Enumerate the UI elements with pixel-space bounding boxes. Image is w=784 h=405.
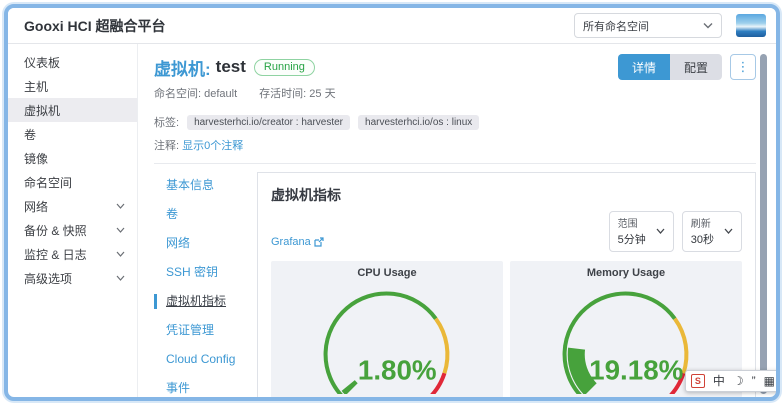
- namespace-filter-value: 所有命名空间: [583, 18, 703, 34]
- app-header: Gooxi HCI 超融合平台 所有命名空间: [8, 8, 776, 44]
- kebab-menu-icon: ⋮: [737, 59, 750, 75]
- ime-punctuation-icon[interactable]: ”: [752, 374, 756, 388]
- chevron-down-icon: [116, 227, 125, 233]
- sidebar-item[interactable]: 网络: [8, 194, 137, 218]
- sidebar-item-label: 卷: [24, 126, 125, 143]
- divider: [154, 163, 756, 164]
- refresh-value: 30秒: [691, 231, 714, 247]
- app-title: Gooxi HCI 超融合平台: [24, 16, 574, 36]
- label-pill: harvesterhci.io/creator : harvester: [187, 115, 350, 130]
- range-value: 5分钟: [618, 231, 646, 247]
- sidebar-item-label: 高级选项: [24, 270, 116, 287]
- sidebar-item[interactable]: 虚拟机: [8, 98, 137, 122]
- age-value: 25 天: [309, 88, 335, 100]
- refresh-label: 刷新: [691, 215, 714, 230]
- tab-SSH 密钥[interactable]: SSH 密钥: [154, 265, 247, 280]
- app-window: Gooxi HCI 超融合平台 所有命名空间 仪表板主机虚拟机卷镜像命名空间网络…: [4, 4, 780, 401]
- status-badge: Running: [254, 59, 315, 76]
- metrics-controls: Grafana 范围 5分钟: [271, 211, 742, 252]
- sidebar-item-label: 主机: [24, 78, 125, 95]
- annotations-link[interactable]: 显示0个注释: [182, 140, 243, 152]
- sidebar-item-label: 网络: [24, 198, 116, 215]
- main-content: 虚拟机: test Running 详情 配置 ⋮ 命名空间: default …: [138, 44, 776, 397]
- sidebar-menu: 仪表板主机虚拟机卷镜像命名空间网络备份 & 快照监控 & 日志高级选项: [8, 44, 138, 397]
- action-buttons: 详情 配置 ⋮: [618, 54, 756, 80]
- sidebar-item-label: 命名空间: [24, 174, 125, 191]
- tab-凭证管理[interactable]: 凭证管理: [154, 323, 247, 338]
- sidebar-item[interactable]: 镜像: [8, 146, 137, 170]
- labels-label: 标签:: [154, 114, 179, 130]
- vertical-scrollbar[interactable]: [760, 54, 767, 394]
- tab-基本信息[interactable]: 基本信息: [154, 178, 247, 193]
- range-select[interactable]: 范围 5分钟: [609, 211, 674, 252]
- annotations-row: 注释: 显示0个注释: [154, 137, 756, 153]
- content-row: 基本信息卷网络SSH 密钥虚拟机指标凭证管理Cloud Config事件迁移 虚…: [154, 172, 756, 401]
- tab-事件[interactable]: 事件: [154, 381, 247, 396]
- gauge-title: Memory Usage: [514, 266, 738, 281]
- sidebar-item[interactable]: 主机: [8, 74, 137, 98]
- annotations-label: 注释:: [154, 140, 179, 152]
- range-label: 范围: [618, 215, 646, 230]
- ime-moon-icon[interactable]: ☽: [733, 374, 744, 388]
- sidebar-item-label: 虚拟机: [24, 102, 125, 119]
- gauge-panel: CPU Usage 1.80%: [271, 261, 503, 398]
- sidebar-item-label: 备份 & 快照: [24, 222, 116, 239]
- ime-keyboard-icon[interactable]: ▦: [764, 374, 775, 388]
- namespace-filter-select[interactable]: 所有命名空间: [574, 13, 722, 38]
- tab-卷[interactable]: 卷: [154, 207, 247, 222]
- gauge-chart: 1.80%: [279, 281, 494, 394]
- sidebar-item[interactable]: 卷: [8, 122, 137, 146]
- sidebar-item-label: 仪表板: [24, 54, 125, 71]
- sidebar-item[interactable]: 高级选项: [8, 266, 137, 290]
- chevron-down-icon: [116, 203, 125, 209]
- chevron-down-icon: [724, 228, 733, 234]
- sidebar-item[interactable]: 监控 & 日志: [8, 242, 137, 266]
- sidebar-item[interactable]: 仪表板: [8, 50, 137, 74]
- svg-text:1.80%: 1.80%: [358, 355, 437, 386]
- ime-logo-icon[interactable]: S: [691, 374, 705, 388]
- sidebar-item[interactable]: 备份 & 快照: [8, 218, 137, 242]
- body-row: 仪表板主机虚拟机卷镜像命名空间网络备份 & 快照监控 & 日志高级选项 虚拟机:…: [8, 44, 776, 397]
- namespace-value: default: [204, 88, 237, 100]
- external-link-icon: [314, 237, 324, 247]
- charts-grid: CPU Usage1.80%Memory Usage19.18%IO Traff…: [271, 261, 742, 401]
- vm-name: test: [216, 57, 246, 77]
- label-pills: harvesterhci.io/creator : harvester harve…: [179, 116, 479, 128]
- age-label: 存活时间:: [259, 88, 306, 100]
- gauge-title: CPU Usage: [275, 266, 499, 281]
- chevron-down-icon: [656, 228, 665, 234]
- grafana-link[interactable]: Grafana: [271, 236, 324, 248]
- vm-meta-row: 命名空间: default 存活时间: 25 天: [154, 85, 756, 101]
- sidebar-item-label: 监控 & 日志: [24, 246, 116, 263]
- tab-网络[interactable]: 网络: [154, 236, 247, 251]
- namespace-label: 命名空间:: [154, 88, 201, 100]
- user-avatar[interactable]: [736, 14, 766, 37]
- tab-Cloud Config[interactable]: Cloud Config: [154, 352, 247, 367]
- resource-type-label: 虚拟机:: [154, 55, 211, 80]
- sidebar-item-label: 镜像: [24, 150, 125, 167]
- chevron-down-icon: [703, 22, 713, 29]
- sidebar-item[interactable]: 命名空间: [8, 170, 137, 194]
- chevron-down-icon: [116, 251, 125, 257]
- vm-detail-header: 虚拟机: test Running 详情 配置 ⋮: [154, 54, 756, 80]
- label-pill: harvesterhci.io/os : linux: [358, 115, 479, 130]
- vm-tabs: 基本信息卷网络SSH 密钥虚拟机指标凭证管理Cloud Config事件迁移: [154, 172, 247, 401]
- details-button[interactable]: 详情: [618, 54, 670, 80]
- chevron-down-icon: [116, 275, 125, 281]
- tab-虚拟机指标[interactable]: 虚拟机指标: [154, 294, 247, 309]
- refresh-select[interactable]: 刷新 30秒: [682, 211, 742, 252]
- labels-row: 标签: harvesterhci.io/creator : harvesterh…: [154, 114, 756, 130]
- metrics-title: 虚拟机指标: [271, 185, 742, 205]
- ime-toolbar: S 中 ☽ ” ▦: [685, 370, 780, 392]
- svg-text:19.18%: 19.18%: [590, 355, 684, 386]
- ime-language-mode[interactable]: 中: [713, 374, 725, 388]
- config-button[interactable]: 配置: [670, 54, 722, 80]
- more-actions-button[interactable]: ⋮: [730, 54, 756, 80]
- metrics-panel: 虚拟机指标 Grafana 范围 5分钟: [257, 172, 756, 401]
- grafana-link-label: Grafana: [271, 236, 311, 248]
